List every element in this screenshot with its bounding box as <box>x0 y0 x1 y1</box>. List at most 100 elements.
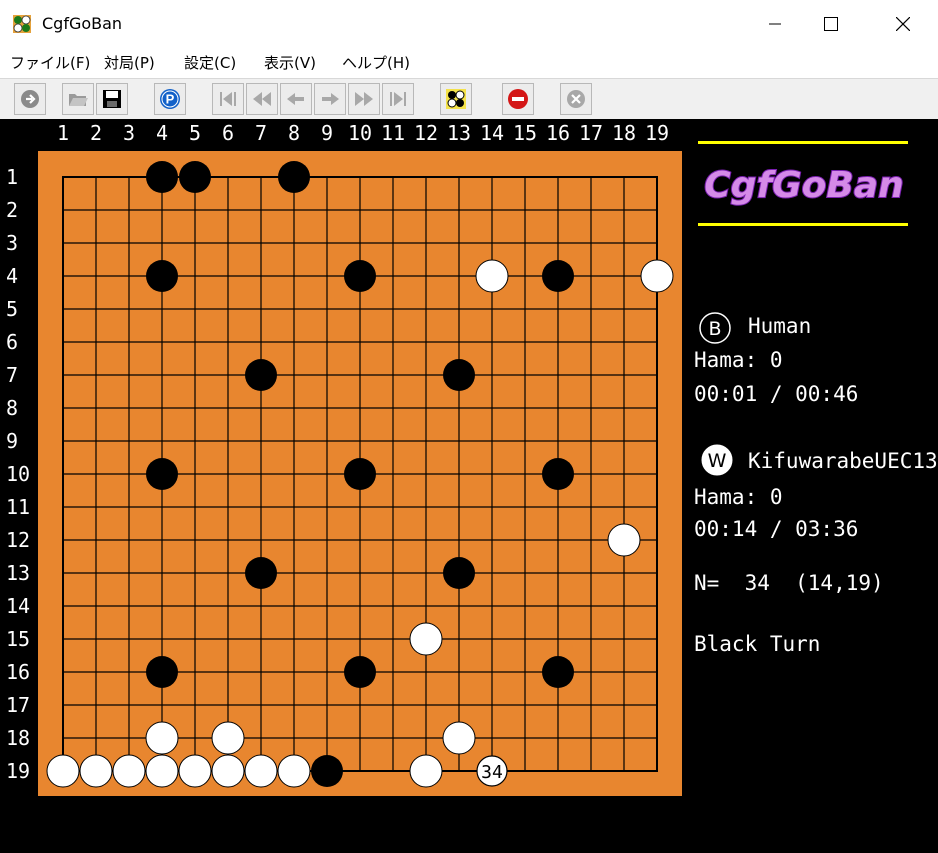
svg-text:B: B <box>708 318 721 340</box>
column-label: 4 <box>156 121 168 145</box>
menu-view[interactable]: 表示(V) <box>264 52 316 73</box>
menu-settings[interactable]: 設定(C) <box>184 52 236 73</box>
row-label: 16 <box>6 660 30 684</box>
white-player-icon: W <box>701 444 733 476</box>
go-to-end-button[interactable] <box>382 83 414 115</box>
white-stone <box>607 523 641 557</box>
logo-top-line <box>698 141 908 144</box>
row-label: 11 <box>6 495 30 519</box>
back-one-button[interactable] <box>280 83 312 115</box>
title-bar: CgfGoBan <box>0 0 938 48</box>
white-stone <box>277 754 311 788</box>
column-label: 10 <box>348 121 372 145</box>
black-stone <box>278 161 310 193</box>
back-ten-button[interactable] <box>246 83 278 115</box>
logo-text: CgfGoBan <box>704 165 904 206</box>
go-to-start-button[interactable] <box>212 83 244 115</box>
black-player-name: Human <box>748 314 812 338</box>
last-move-number: 34 <box>481 762 503 783</box>
board-area: 1 2 3 4 5 6 7 8 9 10 11 12 13 14 15 16 17 18 19 1 2 3 4 5 6 7 8 9 10… <box>0 119 938 853</box>
black-stone <box>344 656 376 688</box>
black-stone <box>245 557 277 589</box>
row-label: 12 <box>6 528 30 552</box>
column-label: 15 <box>513 121 537 145</box>
black-stone <box>542 656 574 688</box>
white-stone <box>211 721 245 755</box>
pass-button[interactable]: P <box>154 83 186 115</box>
open-file-icon <box>69 94 88 106</box>
row-label: 9 <box>6 429 18 453</box>
board-setup-button[interactable] <box>440 83 472 115</box>
black-stone <box>542 458 574 490</box>
column-label: 7 <box>255 121 267 145</box>
white-stone <box>442 721 476 755</box>
column-label: 16 <box>546 121 570 145</box>
close-icon <box>896 17 910 31</box>
white-stone <box>409 754 443 788</box>
minimize-button[interactable] <box>752 0 798 48</box>
white-stone <box>79 754 113 788</box>
forward-one-button[interactable] <box>314 83 346 115</box>
save-icon <box>103 90 121 108</box>
black-stone <box>146 656 178 688</box>
stop-button[interactable] <box>502 83 534 115</box>
maximize-button[interactable] <box>808 0 854 48</box>
pass-icon: P <box>160 89 180 109</box>
row-label: 2 <box>6 198 18 222</box>
menu-file[interactable]: ファイル(F) <box>10 52 90 73</box>
save-button[interactable] <box>96 83 128 115</box>
back-one-icon <box>287 93 304 105</box>
new-game-button[interactable] <box>14 83 46 115</box>
row-label: 13 <box>6 561 30 585</box>
window-title: CgfGoBan <box>42 14 123 33</box>
close-button[interactable] <box>880 0 926 48</box>
white-stone <box>640 259 674 293</box>
go-to-start-icon <box>220 92 236 106</box>
row-label: 19 <box>6 759 30 783</box>
forward-one-icon <box>322 93 339 105</box>
column-label: 19 <box>645 121 669 145</box>
column-label: 5 <box>189 121 201 145</box>
turn-status: Black Turn <box>694 632 821 656</box>
go-board[interactable]: 1 2 3 4 5 6 7 8 9 10 11 12 13 14 15 16 17 18 1912345678910… <box>0 119 690 853</box>
menu-bar: ファイル(F) 対局(P) 設定(C) 表示(V) ヘルプ(H) <box>0 48 938 76</box>
row-label: 18 <box>6 726 30 750</box>
open-file-button[interactable] <box>62 83 94 115</box>
white-stone <box>244 754 278 788</box>
column-label: 1 <box>57 121 69 145</box>
white-time: 00:14 / 03:36 <box>694 517 859 541</box>
column-label: 2 <box>90 121 102 145</box>
new-game-icon <box>21 90 39 108</box>
white-stone <box>145 721 179 755</box>
white-player-name: KifuwarabeUEC13 <box>748 449 938 473</box>
white-stone <box>178 754 212 788</box>
logo-bottom-line <box>698 223 908 226</box>
column-label: 11 <box>381 121 405 145</box>
menu-help[interactable]: ヘルプ(H) <box>342 52 410 73</box>
row-label: 4 <box>6 264 18 288</box>
black-stone <box>344 260 376 292</box>
row-label: 10 <box>6 462 30 486</box>
cancel-icon <box>567 90 585 108</box>
go-to-end-icon <box>390 92 406 106</box>
white-stone <box>46 754 80 788</box>
forward-ten-button[interactable] <box>348 83 380 115</box>
row-label: 7 <box>6 363 18 387</box>
row-label: 15 <box>6 627 30 651</box>
white-hama: Hama: 0 <box>694 485 783 509</box>
row-label: 8 <box>6 396 18 420</box>
column-label: 18 <box>612 121 636 145</box>
black-stone <box>179 161 211 193</box>
back-ten-icon <box>253 92 271 106</box>
move-info: N= 34 (14,19) <box>694 571 884 595</box>
column-label: 17 <box>579 121 603 145</box>
menu-game[interactable]: 対局(P) <box>104 52 155 73</box>
go-board-icon <box>13 15 31 33</box>
black-stone <box>443 359 475 391</box>
row-label: 6 <box>6 330 18 354</box>
black-stone <box>146 458 178 490</box>
forward-ten-icon <box>355 92 373 106</box>
column-label: 14 <box>480 121 504 145</box>
column-label: 3 <box>123 121 135 145</box>
cancel-button[interactable] <box>560 83 592 115</box>
